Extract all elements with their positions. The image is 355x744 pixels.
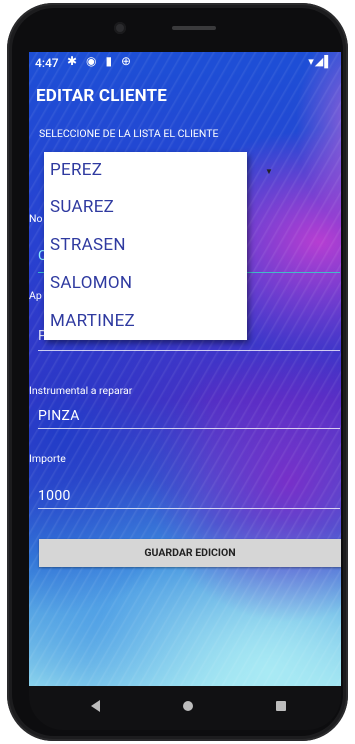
dropdown-option[interactable]: MARTINEZ xyxy=(50,303,240,339)
dropdown-option[interactable]: STRASEN xyxy=(50,227,240,263)
importe-label: Importe xyxy=(29,452,66,465)
save-edit-button[interactable]: GUARDAR EDICION xyxy=(39,539,341,567)
page-title: EDITAR CLIENTE xyxy=(36,86,168,106)
dropdown-option[interactable]: PEREZ xyxy=(50,152,240,188)
client-select-prompt: SELECCIONE DE LA LISTA EL CLIENTE xyxy=(39,127,219,140)
back-icon[interactable] xyxy=(91,700,100,712)
instrumental-value: PINZA xyxy=(38,408,80,424)
apellido-label: Ap xyxy=(29,289,42,302)
front-camera xyxy=(114,22,126,34)
spinner-dropdown-arrow-icon[interactable]: ▼ xyxy=(265,167,273,176)
client-dropdown-list: PEREZ SUAREZ STRASEN SALOMON MARTINEZ xyxy=(44,152,247,340)
status-time: 4:47 xyxy=(35,56,59,70)
nombre-label: No xyxy=(29,212,43,225)
instrumental-input[interactable]: PINZA xyxy=(38,406,340,429)
home-icon[interactable] xyxy=(183,701,193,711)
status-bar: 4:47 ✱ ◉ ▮ ⊕ ▾◢▌ xyxy=(29,52,341,74)
instrumental-label: Instrumental a reparar xyxy=(29,384,133,397)
importe-input[interactable]: 1000 xyxy=(38,486,340,509)
recent-apps-icon[interactable] xyxy=(276,701,286,711)
app-screen: 4:47 ✱ ◉ ▮ ⊕ ▾◢▌ EDITAR CLIENTE SELECCIO… xyxy=(29,52,341,686)
navigation-bar xyxy=(29,686,341,730)
notification-icons: ✱ ◉ ▮ ⊕ xyxy=(67,54,135,68)
earpiece-speaker xyxy=(172,26,216,30)
signal-battery-icons: ▾◢▌ xyxy=(308,55,333,68)
dropdown-option[interactable]: SUAREZ xyxy=(50,189,240,225)
importe-value: 1000 xyxy=(38,488,71,504)
wallpaper-background xyxy=(29,52,341,686)
dropdown-option[interactable]: SALOMON xyxy=(50,265,240,301)
